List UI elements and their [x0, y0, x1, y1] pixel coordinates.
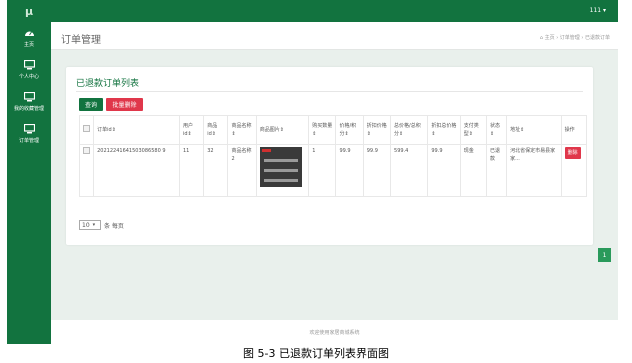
table-row: 20212241641503086580 9 11 32 商品名称2 1 99.…: [78, 144, 588, 197]
cell-address: 河北省保定市易县家家...: [506, 144, 562, 197]
pagination-page-button[interactable]: 1: [598, 248, 611, 262]
refund-order-panel: 已退款订单列表 查询 批量删除 订单id⇕ 用户id⇕ 商品id⇕ 商品名称⇕ …: [66, 67, 593, 245]
column-header: 操作: [560, 115, 588, 145]
page-header: 订单管理 ⌂ 主页 › 订单管理 › 已退款订单: [51, 22, 618, 50]
sidebar-item-label: 主页: [23, 42, 34, 48]
thumbnail-shelf: [263, 159, 298, 162]
column-header[interactable]: 购买数量⇕: [308, 115, 337, 145]
cell-discount-price: 99.9: [362, 144, 392, 197]
user-menu[interactable]: 111 ▾: [590, 7, 606, 14]
cell-goods-name: 商品名称2: [227, 144, 257, 197]
top-bar: 111 ▾: [51, 0, 618, 22]
dashboard-icon: [23, 28, 35, 38]
page-size-select[interactable]: 10 ▾: [79, 220, 101, 230]
select-all-checkbox[interactable]: [83, 125, 90, 132]
order-table: 订单id⇕ 用户id⇕ 商品id⇕ 商品名称⇕ 商品图片⇕ 购买数量⇕ 价格/积…: [78, 115, 588, 197]
sidebar-item-home[interactable]: 主页: [7, 22, 51, 54]
column-header[interactable]: 商品名称⇕: [227, 115, 257, 145]
column-header[interactable]: 价格/积分⇕: [335, 115, 364, 145]
per-page-label: 条 每页: [104, 222, 124, 230]
column-header[interactable]: 总价格/总积分⇕: [390, 115, 429, 145]
column-header[interactable]: 用户id⇕: [178, 115, 205, 145]
table-header-row: 订单id⇕ 用户id⇕ 商品id⇕ 商品名称⇕ 商品图片⇕ 购买数量⇕ 价格/积…: [78, 115, 588, 145]
sidebar-item-favorites[interactable]: 我的收藏管理: [7, 86, 51, 118]
row-checkbox[interactable]: [83, 147, 90, 154]
monitor-icon: [23, 124, 35, 134]
column-header[interactable]: 折扣总价格⇕: [427, 115, 461, 145]
breadcrumb: ⌂ 主页 › 订单管理 › 已退款订单: [540, 34, 610, 41]
cell-total-price: 599.4: [390, 144, 429, 197]
cell-goods-image: [255, 144, 310, 197]
page-size-control: 10 ▾ 条 每页: [79, 220, 124, 230]
monitor-icon: [23, 60, 35, 70]
thumbnail-shelf: [263, 179, 298, 182]
column-header[interactable]: 订单id⇕: [93, 115, 180, 145]
cell-discount-total: 99.9: [427, 144, 461, 197]
thumbnail-shelf: [263, 169, 298, 172]
breadcrumb-orders[interactable]: 订单管理: [560, 35, 580, 41]
column-header[interactable]: 折扣价格⇕: [362, 115, 392, 145]
column-header[interactable]: 商品图片⇕: [255, 115, 310, 145]
delete-button[interactable]: 删除: [564, 147, 581, 159]
breadcrumb-current: 已退款订单: [584, 35, 610, 41]
column-header[interactable]: 地址⇕: [506, 115, 562, 145]
panel-title: 已退款订单列表: [76, 79, 140, 89]
column-header[interactable]: 商品id⇕: [203, 115, 229, 145]
sidebar-item-label: 我的收藏管理: [13, 106, 44, 112]
main-content: 已退款订单列表 查询 批量删除 订单id⇕ 用户id⇕ 商品id⇕ 商品名称⇕ …: [51, 50, 618, 320]
cell-goods-id: 32: [203, 144, 229, 197]
sidebar: μ 主页 个人中心 我的收藏管理 订单管理: [7, 0, 51, 344]
sidebar-item-profile[interactable]: 个人中心: [7, 54, 51, 86]
app-window: μ 主页 个人中心 我的收藏管理 订单管理 111 ▾ 订单管理 ⌂ 主页 › …: [7, 0, 618, 344]
divider: [76, 91, 583, 92]
cell-quantity: 1: [308, 144, 337, 197]
cell-status: 已退款: [485, 144, 508, 197]
cell-price: 99.9: [335, 144, 364, 197]
figure-caption: 图 5-3 已退款订单列表界面图: [243, 347, 389, 360]
goods-thumbnail[interactable]: [259, 147, 302, 187]
sidebar-item-label: 订单管理: [18, 138, 39, 144]
thumbnail-tag: [261, 149, 271, 152]
cell-order-id: 20212241641503086580 9: [93, 144, 180, 197]
home-icon: ⌂: [539, 35, 543, 41]
cell-pay-type: 现金: [459, 144, 487, 197]
cell-user-id: 11: [178, 144, 205, 197]
query-button[interactable]: 查询: [79, 98, 103, 111]
monitor-icon: [23, 92, 35, 102]
page-title: 订单管理: [61, 35, 101, 46]
chevron-down-icon: ▾: [92, 222, 96, 228]
sidebar-item-orders[interactable]: 订单管理: [7, 118, 51, 150]
select-all-cell[interactable]: [78, 115, 95, 145]
app-logo: μ: [24, 4, 34, 18]
sidebar-item-label: 个人中心: [18, 74, 39, 80]
column-header[interactable]: 支付类型⇕: [459, 115, 487, 145]
batch-delete-button[interactable]: 批量删除: [106, 98, 143, 111]
cell-actions: 删除: [560, 144, 588, 197]
column-header[interactable]: 状态⇕: [485, 115, 508, 145]
row-select-cell[interactable]: [78, 144, 95, 197]
breadcrumb-home[interactable]: 主页: [545, 35, 555, 41]
page-size-value: 10: [82, 221, 90, 229]
footer: 欢迎使用家居商城系统: [51, 320, 618, 344]
